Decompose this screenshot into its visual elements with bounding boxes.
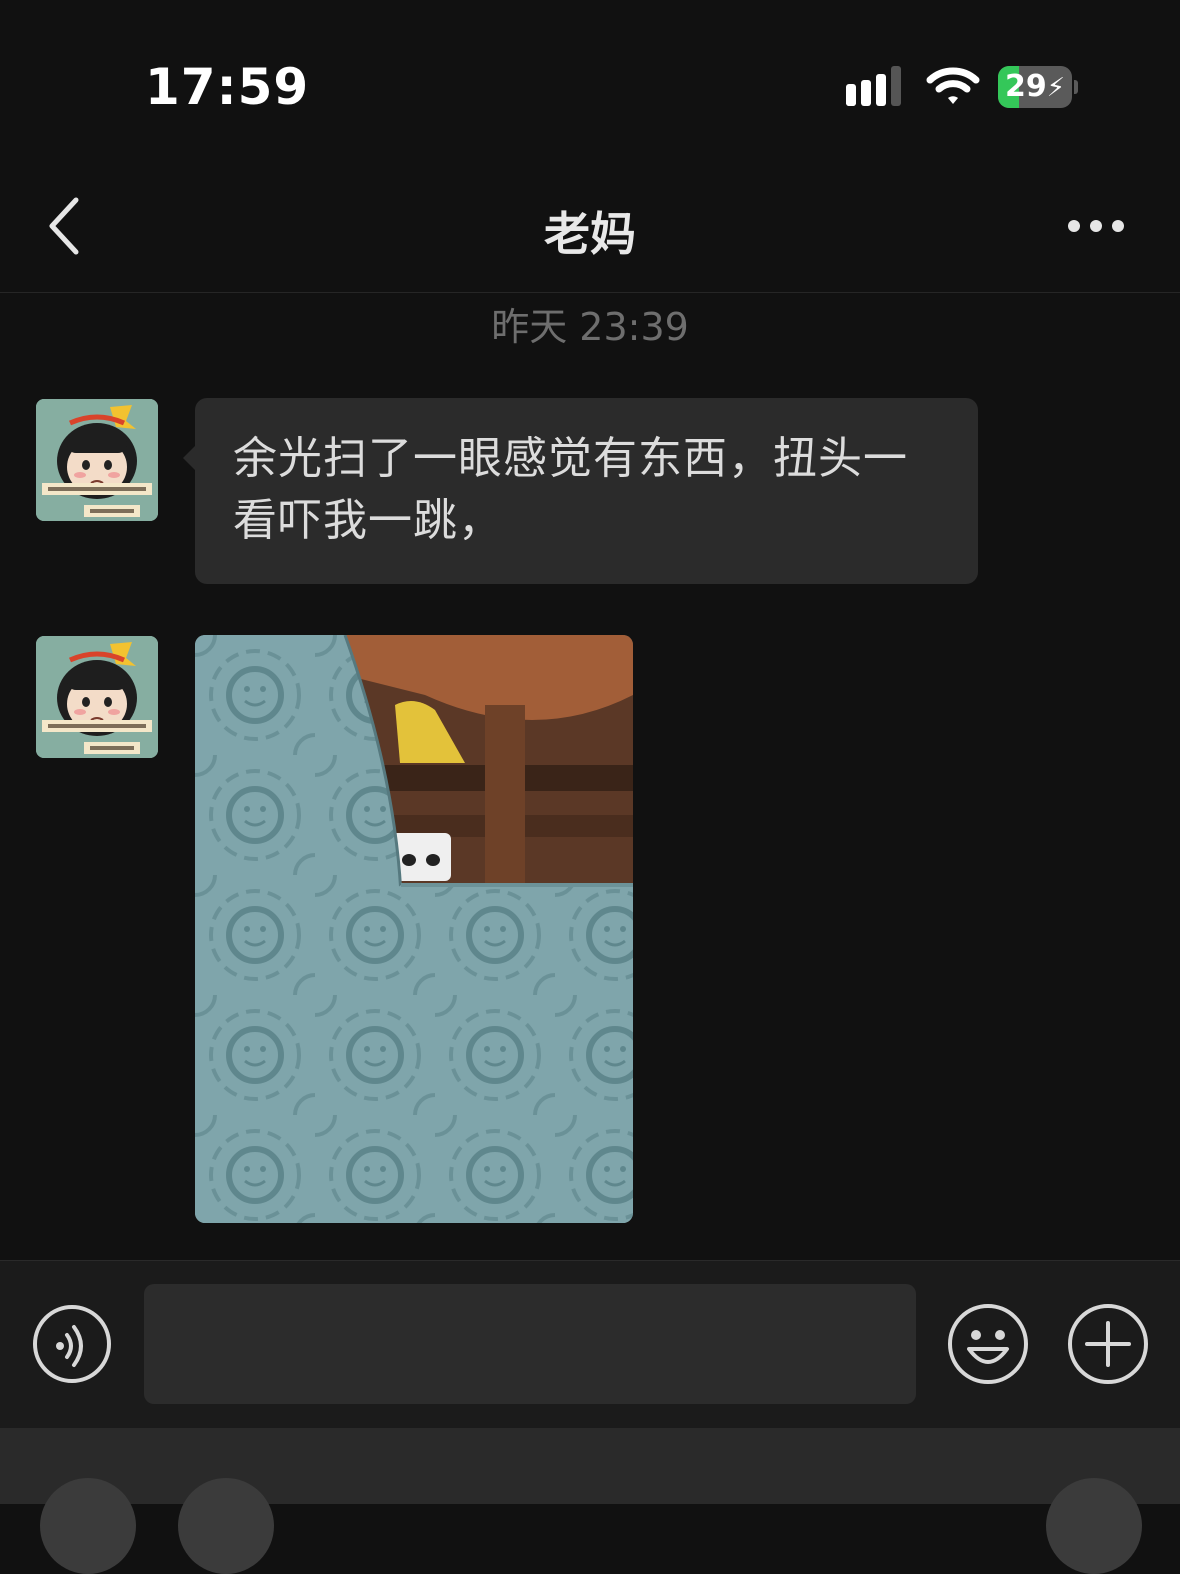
sender-avatar[interactable]: [36, 636, 158, 758]
plus-icon: [1068, 1304, 1148, 1384]
emoji-icon: [948, 1304, 1028, 1384]
chevron-left-icon: [49, 197, 79, 255]
panel-shortcut[interactable]: [40, 1478, 136, 1574]
voice-icon: [33, 1305, 111, 1383]
back-button[interactable]: [40, 192, 100, 262]
message-input[interactable]: [144, 1284, 916, 1404]
text-message-bubble[interactable]: 余光扫了一眼感觉有东西，扭头一看吓我一跳，: [183, 398, 978, 584]
chat-title: 老妈: [544, 207, 636, 261]
emoji-button[interactable]: [947, 1303, 1029, 1385]
charging-bolt-icon: ⚡: [1046, 73, 1065, 103]
battery-indicator: 29⚡: [998, 66, 1078, 108]
panel-shortcut[interactable]: [1046, 1478, 1142, 1574]
message-timestamp: 昨天 23:39: [491, 305, 689, 349]
status-time: 17:59: [145, 58, 310, 116]
wifi-icon: [926, 66, 980, 110]
voice-button[interactable]: [32, 1304, 112, 1384]
panel-shortcut[interactable]: [178, 1478, 274, 1574]
nav-divider: [0, 292, 1180, 293]
image-message[interactable]: [195, 635, 633, 1223]
bottom-panel: [0, 1428, 1180, 1504]
sender-avatar[interactable]: [36, 399, 158, 521]
battery-level: 29: [1004, 69, 1047, 104]
more-dots-icon: [1068, 220, 1124, 232]
more-button[interactable]: [1060, 205, 1136, 249]
plus-button[interactable]: [1067, 1303, 1149, 1385]
signal-icon: [846, 66, 908, 112]
message-text: 余光扫了一眼感觉有东西，扭头一看吓我一跳，: [233, 433, 908, 546]
